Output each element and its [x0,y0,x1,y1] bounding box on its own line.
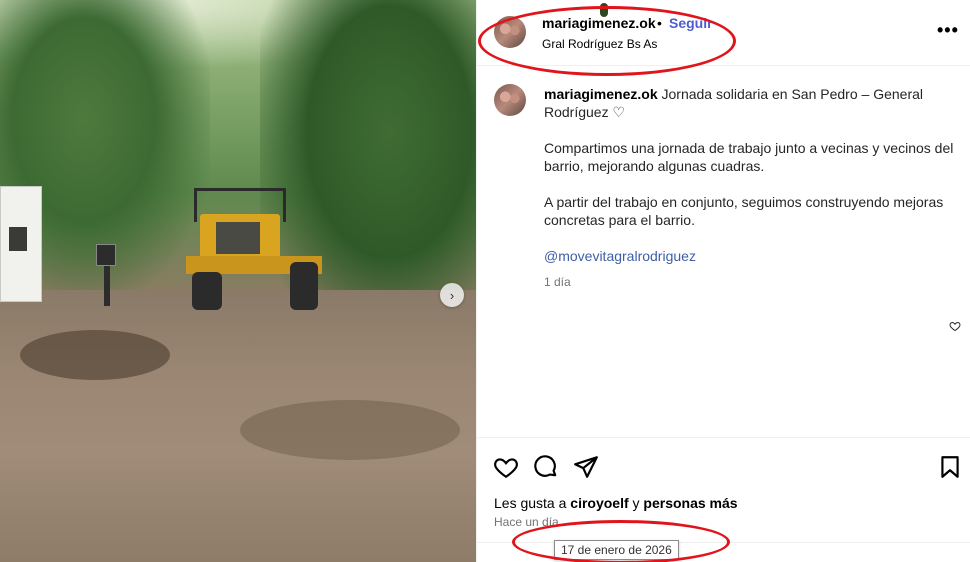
grader-wheel [290,262,318,310]
likes-prefix: Les gusta a [494,495,571,511]
bookmark-icon[interactable] [937,454,963,480]
caption-title-line: mariagimenez.ok Jornada solidaria en San… [544,85,954,121]
photo-grader [186,188,322,312]
post-timestamp[interactable]: Hace un día [494,515,559,529]
photo-house [0,186,42,302]
caption-time: 1 día [544,275,571,289]
post-location[interactable]: Gral Rodríguez Bs As [542,37,657,51]
more-icon[interactable]: ••• [937,20,959,41]
likes-count-link[interactable]: personas más [643,495,737,511]
grader-wheel [192,272,222,310]
photo-window [9,227,27,251]
post-actions: Les gusta a ciroyoelf y personas más Hac… [477,437,970,562]
date-tooltip: 17 de enero de 2026 [554,540,679,560]
caption-paragraph-2: A partir del trabajo en conjunto, seguim… [544,194,944,228]
caption-username[interactable]: mariagimenez.ok [544,86,658,102]
likes-user-link[interactable]: ciroyoelf [570,495,628,511]
post-panel: mariagimenez.ok • Seguir Gral Rodríguez … [476,0,970,562]
share-icon[interactable] [573,454,599,480]
avatar[interactable] [494,84,526,116]
heart-small-icon[interactable] [949,320,961,332]
heart-icon[interactable] [493,454,519,480]
grader-engine [216,222,260,254]
caption-paragraph-1: Compartimos una jornada de trabajo junto… [544,140,954,174]
cursor-marker [600,3,608,17]
photo-shadow [20,330,170,380]
likes-mid: y [628,495,644,511]
photo-shadow [240,400,460,460]
divider [477,542,970,543]
post-photo: › [0,0,476,562]
chevron-right-icon: › [449,287,455,303]
follow-button[interactable]: Seguir [669,15,713,31]
caption-text: mariagimenez.ok Jornada solidaria en San… [544,85,954,291]
heart-emoji: ♡ [612,104,626,120]
likes-text: Les gusta a ciroyoelf y personas más [494,495,738,511]
avatar[interactable] [494,16,526,48]
post-caption: mariagimenez.ok Jornada solidaria en San… [477,66,970,436]
photo-post [104,266,110,306]
post-username[interactable]: mariagimenez.ok [542,15,656,31]
carousel-next-button[interactable]: › [440,283,464,307]
post-header: mariagimenez.ok • Seguir Gral Rodríguez … [477,0,970,66]
comment-icon[interactable] [533,454,559,480]
caption-mention-link[interactable]: @movevitagralrodriguez [544,247,954,265]
separator-dot: • [657,15,662,31]
photo-mailbox [96,244,116,266]
